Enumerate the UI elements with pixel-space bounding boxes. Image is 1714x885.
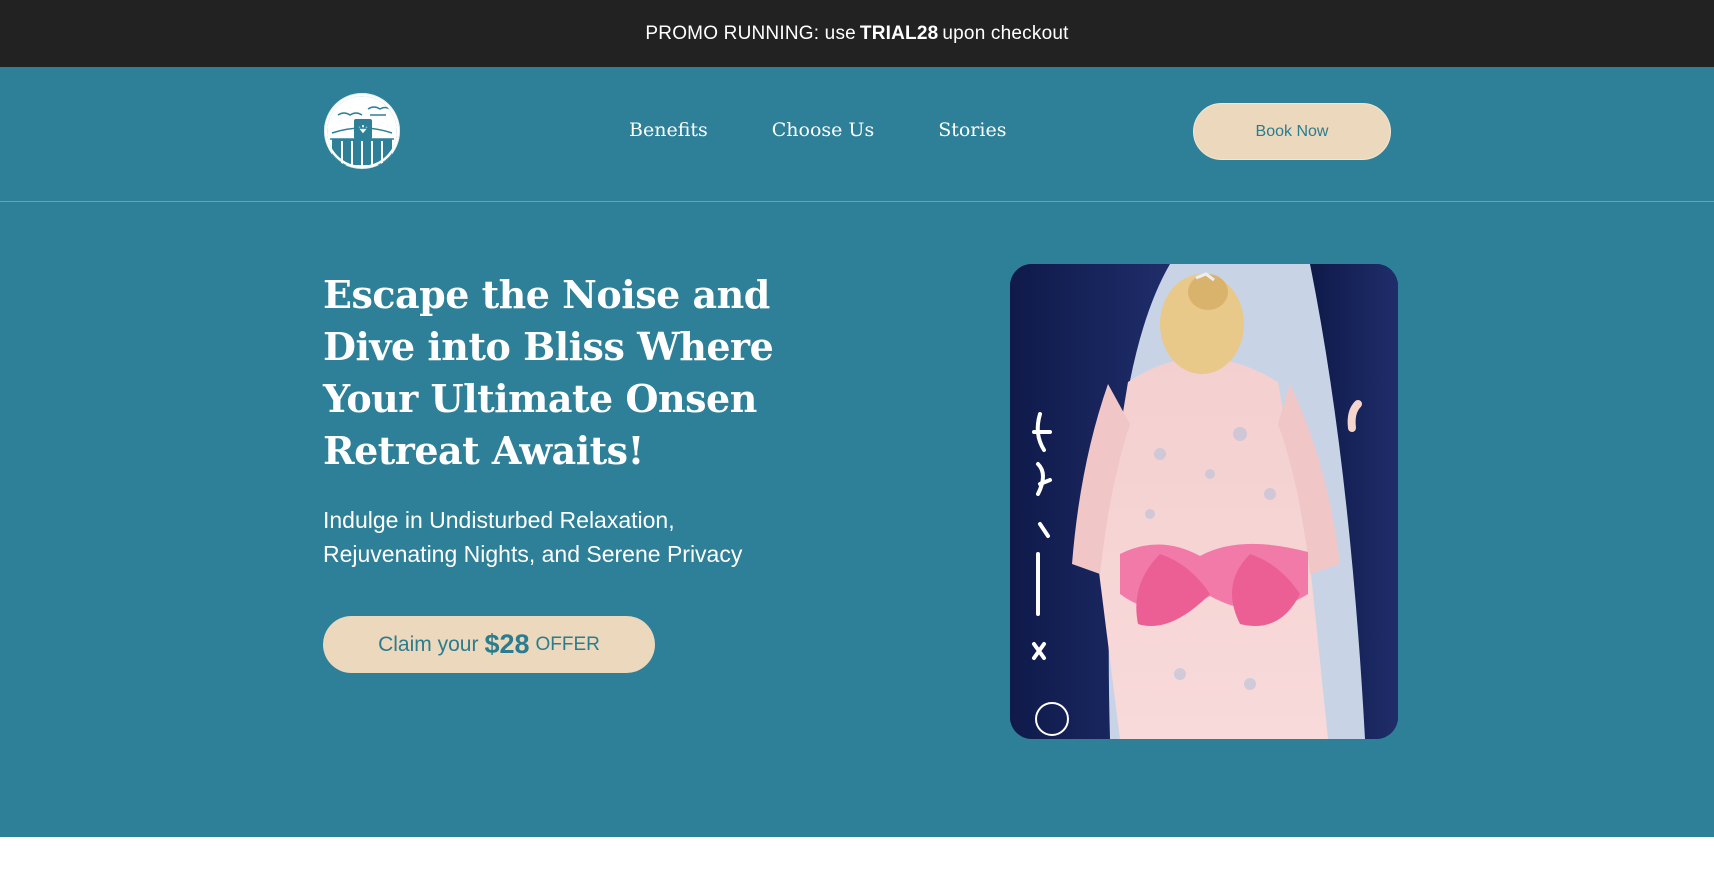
hero-subheadline: Indulge in Undisturbed Relaxation, Rejuv…	[323, 507, 743, 567]
promo-bar: PROMO RUNNING: use TRIAL28 upon checkout	[0, 0, 1714, 67]
woman-in-kimono-photo	[1010, 264, 1398, 739]
nav-benefits[interactable]: Benefits	[629, 119, 708, 141]
claim-offer-button[interactable]: Claim your $28 OFFER	[323, 616, 655, 673]
nav-stories[interactable]: Stories	[938, 119, 1006, 141]
onsen-logo-icon[interactable]	[324, 93, 400, 169]
site-header: Benefits Choose Us Stories Book Now	[0, 67, 1714, 202]
hero-headline: Escape the Noise and Dive into Bliss Whe…	[323, 272, 774, 473]
offer-amount: $28	[484, 629, 530, 659]
main-nav: Benefits Choose Us Stories	[629, 119, 1006, 141]
book-now-button[interactable]: Book Now	[1193, 103, 1391, 160]
nav-choose-us[interactable]: Choose Us	[772, 119, 874, 141]
hero-section: Benefits Choose Us Stories Book Now Esca…	[0, 67, 1714, 837]
promo-suffix: upon checkout	[942, 22, 1069, 44]
promo-code: TRIAL28	[859, 22, 939, 44]
promo-prefix: PROMO RUNNING: use	[645, 22, 856, 44]
offer-suffix: OFFER	[535, 633, 600, 655]
offer-prefix: Claim your	[378, 632, 479, 656]
